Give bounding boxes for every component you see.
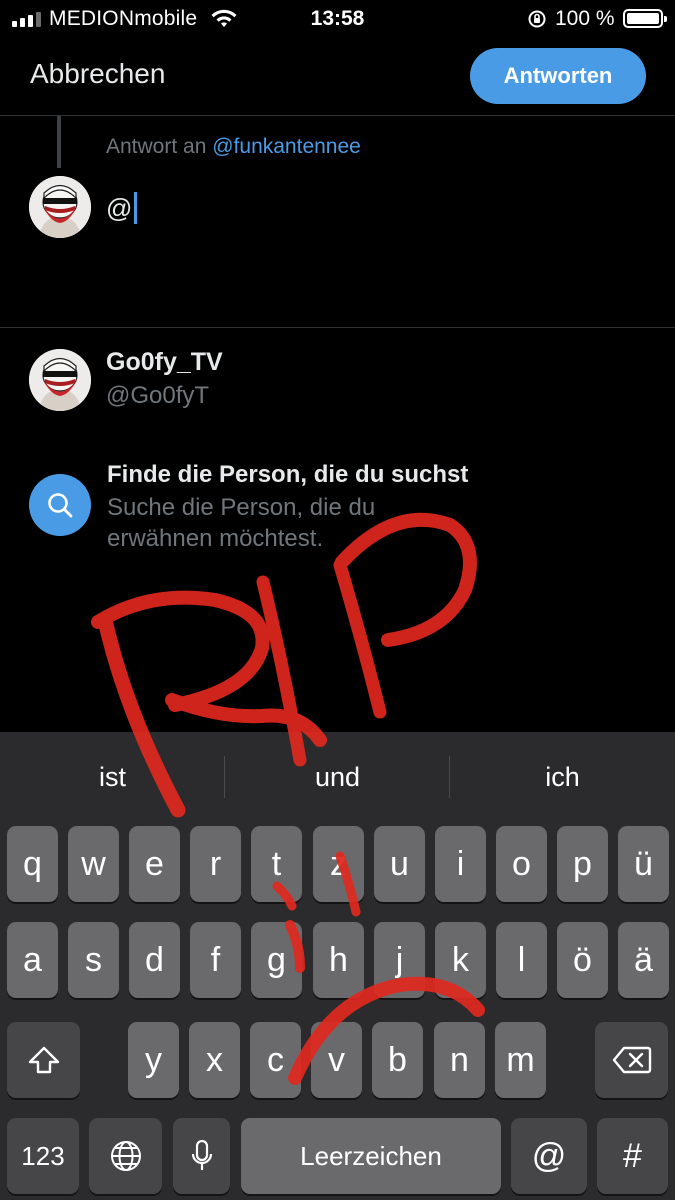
numbers-key[interactable]: 123	[7, 1118, 79, 1194]
microphone-icon	[191, 1139, 212, 1170]
key-ä[interactable]: ä	[618, 922, 669, 998]
key-h[interactable]: h	[313, 922, 364, 998]
cancel-button[interactable]: Abbrechen	[30, 58, 165, 90]
compose-text: @	[106, 192, 133, 223]
rotation-lock-icon	[528, 10, 546, 28]
header-divider	[0, 115, 675, 116]
reply-prefix: Antwort an	[106, 135, 207, 158]
key-t[interactable]: t	[251, 826, 302, 902]
compose-divider	[0, 327, 675, 328]
key-ü[interactable]: ü	[618, 826, 669, 902]
key-x[interactable]: x	[189, 1022, 240, 1098]
hash-key[interactable]: #	[597, 1118, 668, 1194]
find-person-description: Suche die Person, die du erwähnen möchte…	[107, 494, 376, 552]
reply-to-label[interactable]: Antwort an @funkantennee	[106, 135, 361, 159]
reply-button[interactable]: Antworten	[470, 48, 646, 104]
globe-icon	[110, 1141, 141, 1171]
thread-line	[57, 116, 61, 168]
shift-key[interactable]	[7, 1022, 80, 1098]
key-d[interactable]: d	[129, 922, 180, 998]
suggestion-handle[interactable]: @Go0fyT	[106, 382, 209, 410]
key-ö[interactable]: ö	[557, 922, 608, 998]
key-g[interactable]: g	[251, 922, 302, 998]
suggestion-name[interactable]: Go0fy_TV	[106, 348, 223, 377]
keyboard: ist und ich qwertzuiopü asdfghjklöä yxcvbn…	[0, 732, 675, 1200]
key-u[interactable]: u	[374, 826, 425, 902]
avatar-image	[29, 176, 91, 238]
user-avatar[interactable]	[29, 176, 91, 238]
key-k[interactable]: k	[435, 922, 486, 998]
key-e[interactable]: e	[129, 826, 180, 902]
key-q[interactable]: q	[7, 826, 58, 902]
backspace-key[interactable]	[595, 1022, 668, 1098]
shift-icon	[28, 1046, 59, 1074]
backspace-icon	[612, 1046, 651, 1074]
compose-input[interactable]: @	[106, 192, 138, 224]
key-z[interactable]: z	[313, 826, 364, 902]
find-person-title[interactable]: Finde die Person, die du suchst	[107, 461, 468, 489]
reply-handle[interactable]: @funkantennee	[212, 135, 361, 158]
key-l[interactable]: l	[496, 922, 547, 998]
key-y[interactable]: y	[128, 1022, 179, 1098]
key-v[interactable]: v	[311, 1022, 362, 1098]
battery-icon	[623, 9, 667, 28]
key-w[interactable]: w	[68, 826, 119, 902]
key-b[interactable]: b	[372, 1022, 423, 1098]
prediction-2[interactable]: und	[225, 762, 450, 793]
text-cursor	[134, 192, 138, 224]
key-n[interactable]: n	[434, 1022, 485, 1098]
key-s[interactable]: s	[68, 922, 119, 998]
key-j[interactable]: j	[374, 922, 425, 998]
suggestion-avatar[interactable]	[29, 349, 91, 411]
key-r[interactable]: r	[190, 826, 241, 902]
key-m[interactable]: m	[495, 1022, 546, 1098]
search-icon[interactable]	[29, 474, 91, 536]
key-c[interactable]: c	[250, 1022, 301, 1098]
microphone-key[interactable]	[173, 1118, 230, 1194]
space-key[interactable]: Leerzeichen	[241, 1118, 501, 1194]
globe-key[interactable]	[89, 1118, 162, 1194]
avatar-image	[29, 349, 91, 411]
key-a[interactable]: a	[7, 922, 58, 998]
battery-percentage: 100 %	[555, 7, 615, 30]
prediction-bar: ist und ich	[0, 732, 675, 818]
key-p[interactable]: p	[557, 826, 608, 902]
status-bar: MEDIONmobile 13:58 100 %	[0, 0, 675, 38]
prediction-1[interactable]: ist	[0, 762, 225, 793]
prediction-3[interactable]: ich	[450, 762, 675, 793]
key-f[interactable]: f	[190, 922, 241, 998]
key-i[interactable]: i	[435, 826, 486, 902]
at-key[interactable]: @	[511, 1118, 587, 1194]
key-o[interactable]: o	[496, 826, 547, 902]
